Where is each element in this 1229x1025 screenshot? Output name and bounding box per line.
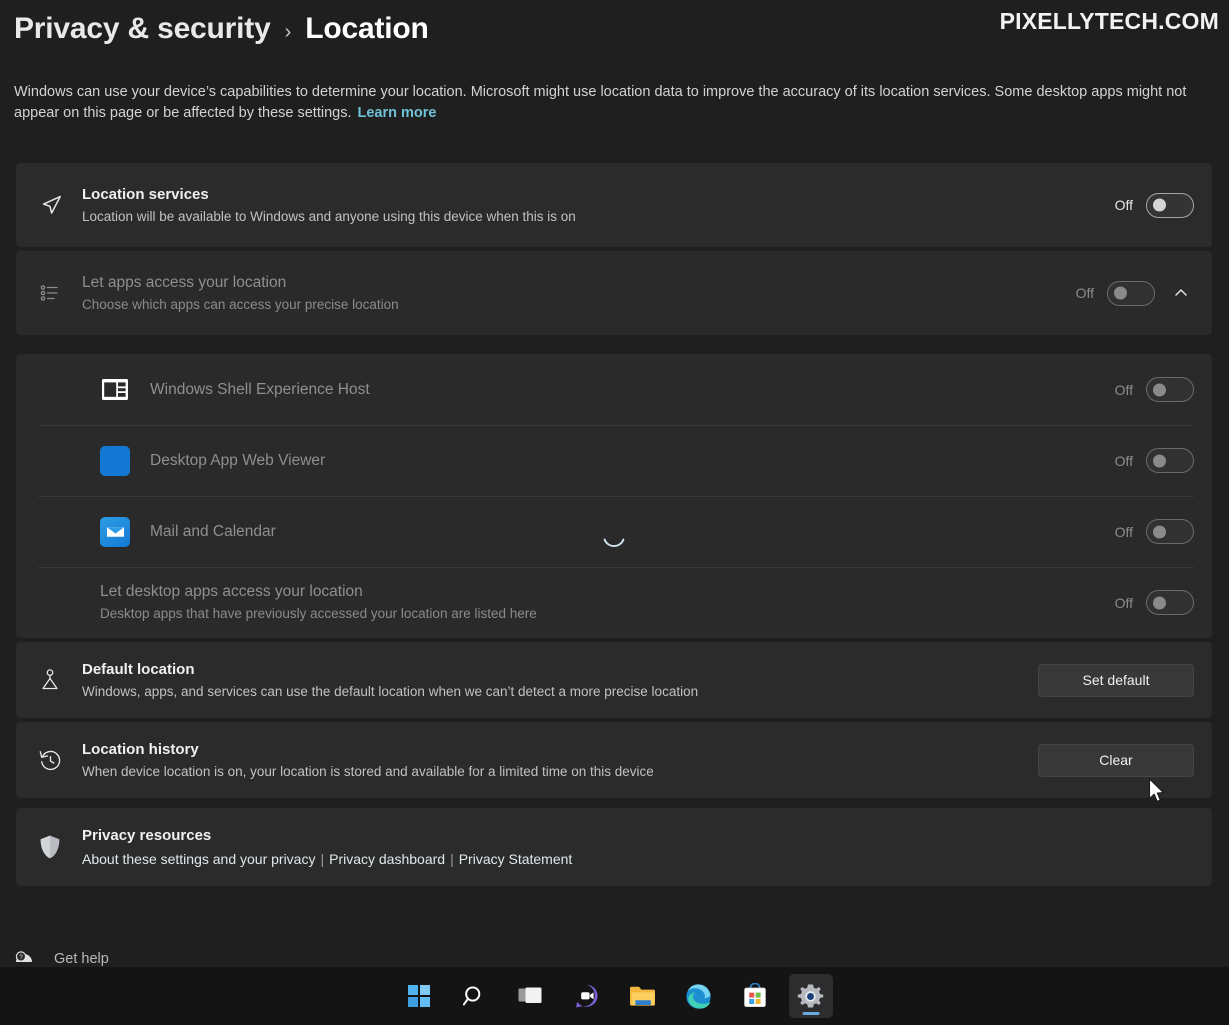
toggle-state-label: Off xyxy=(1114,523,1133,540)
toggle-knob xyxy=(1153,383,1166,396)
card-app-list: Windows Shell Experience Host Off Deskto… xyxy=(16,354,1212,638)
privacy-statement-link[interactable]: Privacy Statement xyxy=(459,851,573,867)
app-name: Windows Shell Experience Host xyxy=(150,380,370,398)
row-subtitle: Location will be available to Windows an… xyxy=(82,208,576,224)
blue-square-icon xyxy=(100,445,130,476)
toggle-knob xyxy=(1153,454,1166,467)
card-default-location: Default location Windows, apps, and serv… xyxy=(16,642,1212,718)
gear-icon xyxy=(797,984,824,1007)
shield-icon xyxy=(38,834,82,860)
card-location-history: Location history When device location is… xyxy=(16,722,1212,798)
folder-icon xyxy=(629,986,655,1006)
row-let-apps-access[interactable]: Let apps access your location Choose whi… xyxy=(16,251,1212,335)
row-title: Default location xyxy=(82,660,195,678)
edge-button[interactable] xyxy=(677,974,721,1018)
watermark: PIXELLYTECH.COM xyxy=(999,8,1219,34)
toggle-state-label: Off xyxy=(1114,594,1133,611)
chat-button[interactable] xyxy=(565,974,609,1018)
page-title: Location xyxy=(305,12,429,45)
task-view-button[interactable] xyxy=(509,974,553,1018)
list-item[interactable]: Desktop App Web Viewer Off xyxy=(16,425,1212,496)
history-clock-icon xyxy=(38,748,82,773)
row-desktop-apps[interactable]: Let desktop apps access your location De… xyxy=(16,567,1212,638)
location-services-toggle[interactable] xyxy=(1146,192,1194,218)
list-icon xyxy=(38,281,82,305)
row-subtitle: Windows, apps, and services can use the … xyxy=(82,683,699,699)
link-separator: | xyxy=(450,850,454,867)
row-privacy-resources: Privacy resources About these settings a… xyxy=(16,808,1212,886)
about-settings-link[interactable]: About these settings and your privacy xyxy=(82,851,315,867)
edge-icon xyxy=(686,983,711,1009)
page-description-text: Windows can use your device’s capabiliti… xyxy=(14,84,1187,121)
file-explorer-button[interactable] xyxy=(621,974,665,1018)
breadcrumb: Privacy & security › Location xyxy=(14,12,429,46)
chevron-up-icon[interactable] xyxy=(1168,280,1194,306)
row-subtitle: Desktop apps that have previously access… xyxy=(100,606,537,621)
chat-video-icon xyxy=(575,984,598,1008)
page-description: Windows can use your device’s capabiliti… xyxy=(14,82,1204,124)
toggle-state-label: Off xyxy=(1075,285,1094,301)
settings-list: Location services Location will be avail… xyxy=(16,163,1212,890)
toggle-knob xyxy=(1153,596,1166,609)
list-item[interactable]: Windows Shell Experience Host Off xyxy=(16,354,1212,425)
toggle-state-label: Off xyxy=(1114,452,1133,469)
map-pin-icon xyxy=(38,667,82,693)
store-button[interactable] xyxy=(733,974,777,1018)
privacy-links: About these settings and your privacy | Pr… xyxy=(82,849,1194,869)
app-name: Mail and Calendar xyxy=(150,522,276,540)
app-toggle[interactable] xyxy=(1146,519,1194,544)
start-button[interactable] xyxy=(397,974,441,1018)
toggle-state-label: Off xyxy=(1114,197,1133,213)
breadcrumb-parent[interactable]: Privacy & security xyxy=(14,12,271,46)
app-name: Desktop App Web Viewer xyxy=(150,451,326,469)
list-item[interactable]: Mail and Calendar Off xyxy=(16,496,1212,567)
card-let-apps-access: Let apps access your location Choose whi… xyxy=(16,251,1212,335)
set-default-button[interactable]: Set default xyxy=(1038,663,1194,697)
link-separator: | xyxy=(320,850,325,867)
row-title: Privacy resources xyxy=(82,826,212,844)
card-location-services: Location services Location will be avail… xyxy=(16,163,1212,247)
settings-button[interactable] xyxy=(788,974,833,1018)
taskbar xyxy=(0,967,1229,1025)
row-subtitle: Choose which apps can access your precis… xyxy=(82,296,399,312)
learn-more-link[interactable]: Learn more xyxy=(358,105,437,121)
row-title: Let apps access your location xyxy=(82,273,287,291)
desktop-apps-toggle[interactable] xyxy=(1146,590,1194,615)
row-location-history: Location history When device location is… xyxy=(16,722,1212,798)
clear-button[interactable]: Clear xyxy=(1038,743,1194,777)
app-toggle[interactable] xyxy=(1146,377,1194,402)
store-bag-icon xyxy=(743,983,766,1008)
toggle-state-label: Off xyxy=(1114,381,1133,398)
toggle-knob xyxy=(1153,525,1166,538)
envelope-icon xyxy=(100,516,130,547)
navigation-arrow-icon xyxy=(38,192,82,218)
privacy-dashboard-link[interactable]: Privacy dashboard xyxy=(329,851,445,867)
search-button[interactable] xyxy=(453,974,497,1018)
search-icon xyxy=(462,985,481,1005)
breadcrumb-separator-icon: › xyxy=(284,21,292,43)
app-toggle[interactable] xyxy=(1146,448,1194,473)
row-location-services[interactable]: Location services Location will be avail… xyxy=(16,163,1212,247)
row-subtitle: When device location is on, your locatio… xyxy=(82,763,654,779)
row-title: Location history xyxy=(82,740,199,758)
row-title: Let desktop apps access your location xyxy=(100,583,363,600)
task-view-icon xyxy=(518,987,541,1003)
toggle-knob xyxy=(1114,286,1127,300)
row-title: Location services xyxy=(82,185,209,203)
windows-logo-icon xyxy=(407,985,430,1007)
card-privacy-resources: Privacy resources About these settings a… xyxy=(16,808,1212,886)
window-layout-icon xyxy=(100,375,130,405)
let-apps-toggle[interactable] xyxy=(1107,280,1155,306)
row-default-location: Default location Windows, apps, and serv… xyxy=(16,642,1212,718)
toggle-knob xyxy=(1153,198,1166,212)
get-help-label: Get help xyxy=(54,950,109,967)
